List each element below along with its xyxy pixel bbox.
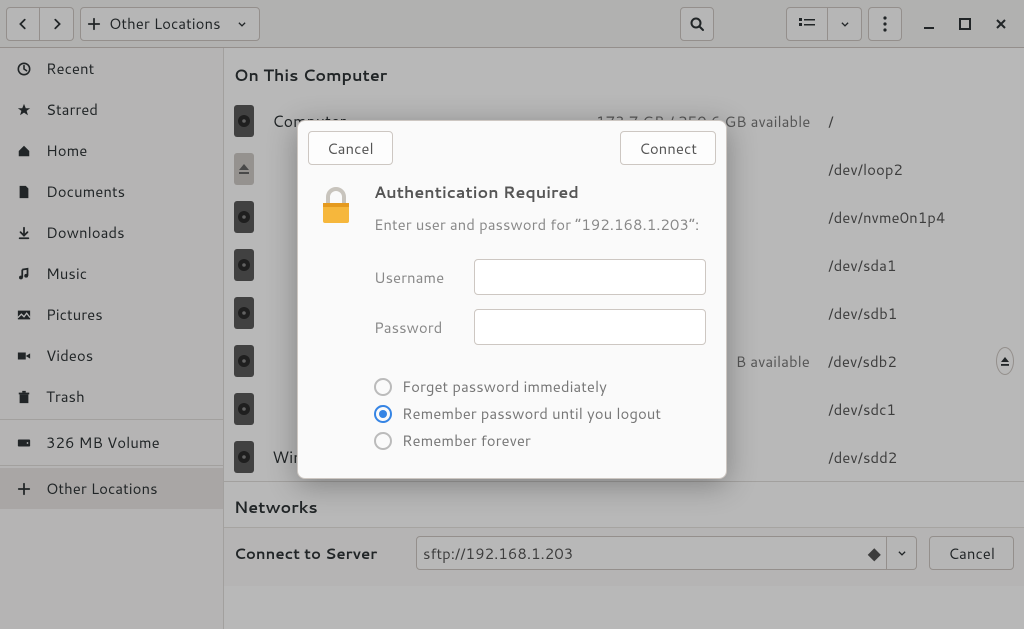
remember-option-radio[interactable]: Remember password until you logout (374, 400, 706, 427)
auth-dialog: Cancel Connect Authentication Required E… (297, 120, 727, 479)
radio-label: Remember forever (402, 430, 531, 451)
password-input[interactable] (474, 309, 706, 345)
lock-icon (318, 181, 358, 454)
username-label: Username (374, 267, 462, 288)
username-input[interactable] (474, 259, 706, 295)
remember-option-radio[interactable]: Remember forever (374, 427, 706, 454)
dialog-title: Authentication Required (374, 181, 706, 204)
radio-label: Forget password immediately (402, 376, 607, 397)
radio-label: Remember password until you logout (402, 403, 661, 424)
dialog-subtitle: Enter user and password for “192.168.1.2… (374, 214, 706, 235)
modal-overlay: Cancel Connect Authentication Required E… (0, 0, 1024, 629)
radio-icon (374, 378, 392, 396)
radio-icon (374, 432, 392, 450)
dialog-connect-button[interactable]: Connect (620, 131, 716, 165)
dialog-cancel-button[interactable]: Cancel (308, 131, 393, 165)
password-label: Password (374, 317, 462, 338)
radio-icon (374, 405, 392, 423)
remember-option-radio[interactable]: Forget password immediately (374, 373, 706, 400)
